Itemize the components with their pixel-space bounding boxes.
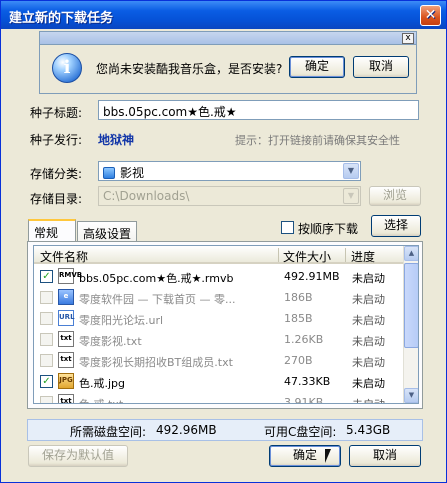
web-file-icon: e [58,289,74,305]
file-size: 270B [284,354,313,367]
text-file-icon: txt [58,352,74,368]
file-size: 1.26KB [284,333,324,346]
safety-hint: 提示：打开链接前请确保其安全性 [235,134,400,147]
title-bar[interactable]: 建立新的下载任务 ✕ [1,1,446,29]
disk-space-bar: 所需磁盘空间: 492.96MB 可用C盘空间: 5.43GB [27,419,423,441]
required-space-value: 492.96MB [156,423,217,437]
available-space-value: 5.43GB [346,423,391,437]
file-progress: 未启动 [352,356,385,369]
close-icon: ✕ [424,7,437,23]
file-progress: 未启动 [352,396,385,403]
sequential-label: 按顺序下载 [298,222,359,236]
file-row[interactable]: txt 色.戒.txt 3.91KB 未启动 [34,392,404,404]
file-size: 492.91MB [284,270,340,283]
browse-button[interactable]: 浏览 [369,186,421,206]
image-file-icon: JPG [58,373,74,389]
file-row[interactable]: ✓ JPG 色.戒.jpg 47.33KB 未启动 [34,371,404,391]
info-icon: i [52,53,82,83]
cancel-button[interactable]: 取消 [349,445,421,467]
file-size: 185B [284,312,313,325]
url-file-icon: URL [58,310,75,326]
close-icon: x [405,33,411,43]
prompt-cancel-button[interactable]: 取消 [353,56,409,78]
text-file-icon: txt [58,394,74,403]
column-header-name[interactable]: 文件名称 [40,248,88,265]
file-progress: 未启动 [352,293,385,306]
file-list: 文件名称 文件大小 进度 ✓ RMVB bbs.05pc.com★色.戒★.rm… [33,245,419,404]
prompt-close-button[interactable]: x [402,33,414,44]
file-row[interactable]: ✓ RMVB bbs.05pc.com★色.戒★.rmvb 492.91MB 未… [34,266,404,286]
close-button[interactable]: ✕ [420,5,441,26]
publisher-label: 种子发行: [30,133,83,147]
file-progress: 未启动 [352,335,385,348]
prompt-ok-button[interactable]: 确定 [289,56,345,78]
directory-value: C:\Downloads\ [103,189,190,203]
file-checkbox[interactable] [40,291,53,304]
sequential-checkbox[interactable] [281,221,294,234]
text-file-icon: txt [58,331,74,347]
directory-select[interactable]: C:\Downloads\ ▼ [98,186,361,206]
prompt-message: 您尚未安装酷我音乐盒，是否安装? [96,62,283,76]
file-progress: 未启动 [352,377,385,390]
file-size: 3.91KB [284,396,324,404]
select-button[interactable]: 选择 [371,215,421,237]
file-size: 47.33KB [284,375,331,388]
file-size: 186B [284,291,313,304]
file-name: 零度软件园 — 下载首页 — 零... [79,293,236,306]
file-name: 零度阳光论坛.url [79,314,164,327]
file-row[interactable]: txt 零度影视长期招收BT组成员.txt 270B 未启动 [34,350,404,370]
category-value: 影视 [120,166,145,180]
category-select[interactable]: 影视 ▼ [98,161,361,181]
required-space-label: 所需磁盘空间: [70,425,147,439]
file-checkbox[interactable] [40,312,53,325]
file-checkbox[interactable]: ✓ [40,270,53,283]
column-header-progress[interactable]: 进度 [351,248,375,265]
file-progress: 未启动 [352,272,385,285]
tab-general[interactable]: 常规 [28,219,76,241]
file-row[interactable]: e 零度软件园 — 下载首页 — 零... 186B 未启动 [34,287,404,307]
file-checkbox[interactable]: ✓ [40,375,53,388]
torrent-title-label: 种子标题: [30,106,83,120]
file-checkbox[interactable] [40,333,53,346]
category-label: 存储分类: [30,167,83,181]
scroll-up-icon[interactable]: ▲ [404,246,418,261]
column-divider[interactable] [278,248,279,262]
file-name: 色.戒.jpg [79,377,126,390]
directory-label: 存储目录: [30,192,83,206]
file-row[interactable]: URL 零度阳光论坛.url 185B 未启动 [34,308,404,328]
chevron-down-icon[interactable]: ▼ [343,188,359,204]
chevron-down-icon[interactable]: ▼ [343,163,359,179]
prompt-header: x [40,32,416,45]
install-prompt: x i 您尚未安装酷我音乐盒，是否安装? 确定 取消 [39,31,417,94]
tab-advanced[interactable]: 高级设置 [77,221,137,241]
column-divider[interactable] [345,248,346,262]
scroll-thumb[interactable] [404,263,418,348]
scroll-down-icon[interactable]: ▼ [404,388,418,403]
file-checkbox[interactable] [40,396,53,403]
save-default-button[interactable]: 保存为默认值 [28,445,128,467]
available-space-label: 可用C盘空间: [264,425,337,439]
publisher-link[interactable]: 地狱神 [98,131,134,148]
mouse-cursor-icon [325,449,331,463]
download-task-dialog: 建立新的下载任务 ✕ x i 您尚未安装酷我音乐盒，是否安装? 确定 取消 种子… [0,0,447,483]
file-checkbox[interactable] [40,354,53,367]
category-icon [103,167,115,179]
file-row[interactable]: txt 零度影视.txt 1.26KB 未启动 [34,329,404,349]
file-name: bbs.05pc.com★色.戒★.rmvb [79,272,234,285]
torrent-title-field[interactable]: bbs.05pc.com★色.戒★ [98,100,419,120]
video-file-icon: RMVB [58,268,82,284]
file-list-header: 文件名称 文件大小 进度 [34,246,404,264]
file-list-scrollbar[interactable]: ▲ ▼ [403,246,418,403]
column-header-size[interactable]: 文件大小 [283,248,331,265]
window-title: 建立新的下载任务 [9,11,114,26]
file-name: 色.戒.txt [79,396,279,403]
file-name: 零度影视长期招收BT组成员.txt [79,356,233,369]
file-name: 零度影视.txt [79,335,142,348]
file-progress: 未启动 [352,314,385,327]
